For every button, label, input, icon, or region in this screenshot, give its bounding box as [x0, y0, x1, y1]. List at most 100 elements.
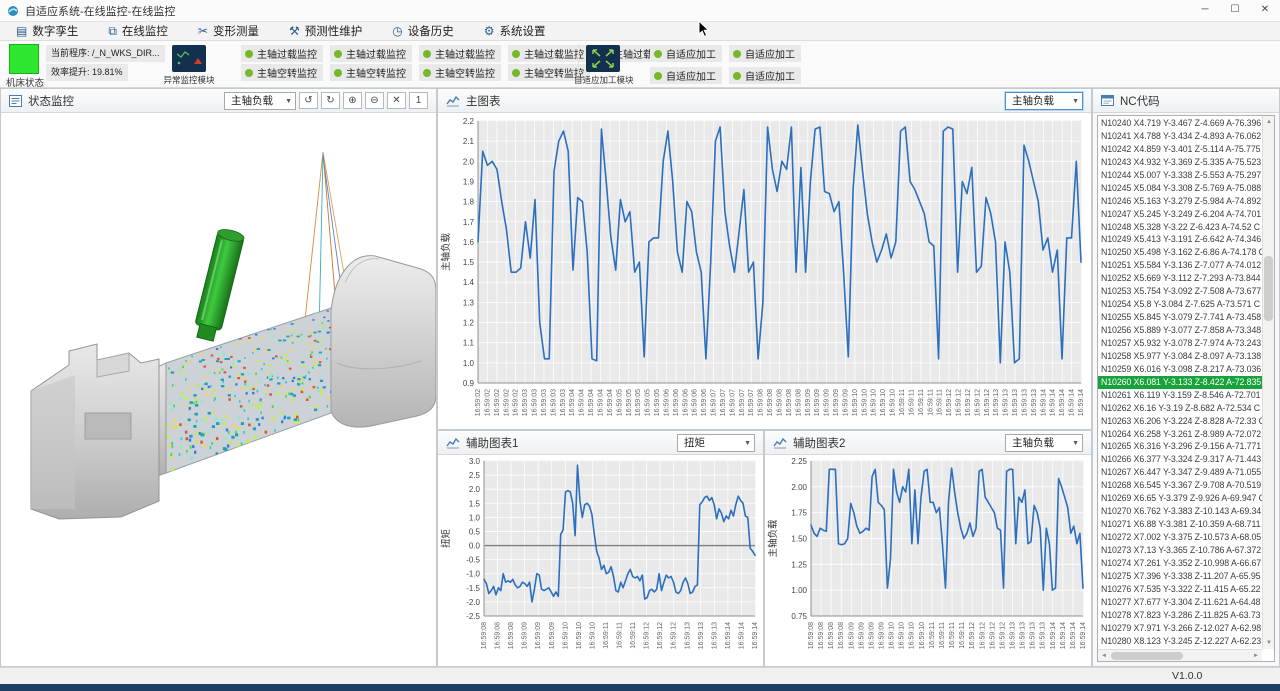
spindle-idle-monitor-button-1[interactable]: 主轴空转监控: [241, 64, 323, 81]
cutting-tool: [192, 227, 245, 342]
title-bar: 自适应系统-在线监控-在线监控 ─ ☐ ✕: [0, 0, 1280, 22]
nc-code-line[interactable]: N10254 X5.8 Y-3.084 Z-7.625 A-73.571 C: [1098, 298, 1262, 311]
nc-code-line[interactable]: N10277 X7.677 Y-3.304 Z-11.621 A-64.48: [1098, 596, 1262, 609]
nc-code-line[interactable]: N10245 X5.084 Y-3.308 Z-5.769 A-75.088: [1098, 182, 1262, 195]
spindle-overload-monitor-button-1[interactable]: 主轴过载监控: [241, 45, 323, 62]
rotate-view-button[interactable]: ↺: [299, 92, 318, 109]
nc-code-line[interactable]: N10260 X6.081 Y-3.133 Z-8.422 A-72.835: [1098, 376, 1262, 389]
view-index-box[interactable]: 1: [409, 92, 428, 109]
adaptive-machining-button-4[interactable]: 自适应加工: [729, 67, 801, 84]
svg-text:16:59:14: 16:59:14: [1060, 622, 1067, 649]
nc-code-line[interactable]: N10267 X6.447 Y-3.347 Z-9.489 A-71.055: [1098, 466, 1262, 479]
menu-item-device-history[interactable]: ◷设备历史: [392, 23, 453, 39]
aux-chart2-svg[interactable]: 2.252.001.751.501.251.000.7516:59:0816:5…: [765, 455, 1091, 666]
nc-code-line[interactable]: N10249 X5.413 Y-3.191 Z-6.642 A-74.346: [1098, 233, 1262, 246]
nc-code-line[interactable]: N10259 X6.016 Y-3.098 Z-8.217 A-73.036: [1098, 363, 1262, 376]
menu-item-predictive-maintenance[interactable]: ⚒预测性维护: [289, 23, 362, 39]
nc-code-line[interactable]: N10273 X7.13 Y-3.365 Z-10.786 A-67.372: [1098, 544, 1262, 557]
svg-text:16:59:13: 16:59:13: [1012, 389, 1019, 416]
nc-code-line[interactable]: N10240 X4.719 Y-3.467 Z-4.669 A-76.396: [1098, 117, 1262, 130]
aux-chart1-signal-dropdown[interactable]: 扭矩 ▼: [677, 434, 755, 452]
nc-code-line[interactable]: N10276 X7.535 Y-3.322 Z-11.415 A-65.22: [1098, 583, 1262, 596]
part-flange: [331, 256, 436, 427]
close-button[interactable]: ✕: [1250, 0, 1280, 22]
spindle-idle-monitor-button-2[interactable]: 主轴空转监控: [330, 64, 412, 81]
nc-code-line[interactable]: N10242 X4.859 Y-3.401 Z-5.114 A-75.775: [1098, 143, 1262, 156]
svg-text:16:59:09: 16:59:09: [833, 389, 840, 416]
nc-horizontal-scrollbar[interactable]: ◄ ►: [1098, 649, 1262, 661]
nc-code-line[interactable]: N10280 X8.123 Y-3.245 Z-12.227 A-62.23: [1098, 635, 1262, 648]
nc-code-line[interactable]: N10243 X4.932 Y-3.369 Z-5.335 A-75.523: [1098, 156, 1262, 169]
nc-vscroll-thumb[interactable]: [1264, 256, 1273, 321]
nc-code-line[interactable]: N10279 X7.971 Y-3.266 Z-12.027 A-62.98: [1098, 622, 1262, 635]
scroll-right-icon[interactable]: ►: [1250, 650, 1262, 662]
nc-code-line[interactable]: N10270 X6.762 Y-3.383 Z-10.143 A-69.34: [1098, 505, 1262, 518]
adaptive-machining-button-1[interactable]: 自适应加工: [650, 45, 722, 62]
maximize-button[interactable]: ☐: [1220, 0, 1250, 22]
abnormal-monitor-module-icon[interactable]: [172, 45, 206, 72]
nc-code-line[interactable]: N10272 X7.002 Y-3.375 Z-10.573 A-68.05: [1098, 531, 1262, 544]
nc-code-line[interactable]: N10253 X5.754 Y-3.092 Z-7.508 A-73.677: [1098, 285, 1262, 298]
adaptive-machining-button-2[interactable]: 自适应加工: [729, 45, 801, 62]
aux-chart2-signal-dropdown[interactable]: 主轴负载 ▼: [1005, 434, 1083, 452]
zoom-in-button[interactable]: ⊕: [343, 92, 362, 109]
adaptive-machining-button-3[interactable]: 自适应加工: [650, 67, 722, 84]
nc-code-line[interactable]: N10274 X7.261 Y-3.352 Z-10.998 A-66.67: [1098, 557, 1262, 570]
nc-code-line[interactable]: N10251 X5.584 Y-3.136 Z-7.077 A-74.012: [1098, 259, 1262, 272]
nc-code-line[interactable]: N10271 X6.88 Y-3.381 Z-10.359 A-68.711: [1098, 518, 1262, 531]
nc-code-line[interactable]: N10262 X6.16 Y-3.19 Z-8.682 A-72.534 C: [1098, 402, 1262, 415]
menu-item-deform-measure[interactable]: ✂变形测量: [198, 23, 259, 39]
spindle-idle-monitor-button-label: 主轴空转监控: [435, 65, 495, 80]
scroll-left-icon[interactable]: ◄: [1098, 650, 1110, 662]
nc-code-line[interactable]: N10241 X4.788 Y-3.434 Z-4.893 A-76.062: [1098, 130, 1262, 143]
svg-text:16:59:12: 16:59:12: [999, 622, 1006, 649]
nc-code-line[interactable]: N10247 X5.245 Y-3.249 Z-6.204 A-74.701: [1098, 208, 1262, 221]
nc-code-line[interactable]: N10269 X6.65 Y-3.379 Z-9.926 A-69.947 C: [1098, 492, 1262, 505]
main-chart-svg[interactable]: 2.22.12.01.91.81.71.61.51.41.31.21.11.00…: [438, 113, 1091, 429]
zoom-out-button[interactable]: ⊖: [365, 92, 384, 109]
nc-code-line[interactable]: N10257 X5.932 Y-3.078 Z-7.974 A-73.243: [1098, 337, 1262, 350]
svg-text:16:59:11: 16:59:11: [918, 389, 925, 416]
svg-text:16:59:14: 16:59:14: [1070, 622, 1077, 649]
nc-code-line[interactable]: N10275 X7.396 Y-3.338 Z-11.207 A-65.95: [1098, 570, 1262, 583]
spindle-idle-monitor-button-3[interactable]: 主轴空转监控: [419, 64, 501, 81]
nc-code-line[interactable]: N10263 X6.206 Y-3.224 Z-8.828 A-72.33 C: [1098, 415, 1262, 428]
svg-text:16:59:08: 16:59:08: [767, 389, 774, 416]
nc-code-line[interactable]: N10268 X6.545 Y-3.367 Z-9.708 A-70.519: [1098, 479, 1262, 492]
nc-code-line[interactable]: N10258 X5.977 Y-3.084 Z-8.097 A-73.138: [1098, 350, 1262, 363]
nc-code-line[interactable]: N10264 X6.258 Y-3.261 Z-8.989 A-72.072: [1098, 428, 1262, 441]
svg-text:1.8: 1.8: [463, 198, 475, 207]
nc-code-line[interactable]: N10252 X5.669 Y-3.112 Z-7.293 A-73.844: [1098, 272, 1262, 285]
machine-3d-viewport[interactable]: [1, 113, 436, 666]
menu-item-digital-twin[interactable]: ▤数字孪生: [16, 23, 78, 39]
spindle-overload-monitor-button-2[interactable]: 主轴过载监控: [330, 45, 412, 62]
nc-code-line[interactable]: N10278 X7.823 Y-3.286 Z-11.825 A-63.73: [1098, 609, 1262, 622]
scroll-up-icon[interactable]: ▲: [1263, 116, 1275, 128]
status-monitor-icon: [9, 95, 22, 107]
menu-item-system-settings[interactable]: ⚙系统设置: [484, 23, 546, 39]
svg-text:2.2: 2.2: [463, 117, 475, 126]
view-signal-dropdown[interactable]: 主轴负载 ▼: [224, 92, 296, 110]
orbit-view-button[interactable]: ↻: [321, 92, 340, 109]
nc-code-line[interactable]: N10261 X6.119 Y-3.159 Z-8.546 A-72.701: [1098, 389, 1262, 402]
svg-text:16:59:14: 16:59:14: [1069, 389, 1076, 416]
aux-chart1-svg[interactable]: 3.02.52.01.51.00.50.0-0.5-1.0-1.5-2.0-2.…: [438, 455, 763, 666]
nc-code-line[interactable]: N10250 X5.498 Y-3.162 Z-6.86 A-74.178 C: [1098, 246, 1262, 259]
nc-code-line[interactable]: N10246 X5.163 Y-3.279 Z-5.984 A-74.892: [1098, 195, 1262, 208]
main-chart-signal-dropdown[interactable]: 主轴负载 ▼: [1005, 92, 1083, 110]
nc-code-line[interactable]: N10256 X5.889 Y-3.077 Z-7.858 A-73.348: [1098, 324, 1262, 337]
adaptive-machining-module-icon[interactable]: [586, 45, 620, 72]
spindle-overload-monitor-button-3[interactable]: 主轴过载监控: [419, 45, 501, 62]
nc-vertical-scrollbar[interactable]: ▲ ▼: [1262, 116, 1274, 649]
view-toolbar: 主轴负载 ▼ ↺↻⊕⊖✕1: [224, 92, 428, 110]
nc-code-line[interactable]: N10265 X6.316 Y-3.296 Z-9.156 A-71.771: [1098, 440, 1262, 453]
menu-item-online-monitor[interactable]: ⧉在线监控: [108, 23, 168, 39]
reset-view-button[interactable]: ✕: [387, 92, 406, 109]
nc-hscroll-thumb[interactable]: [1111, 652, 1183, 660]
nc-code-line[interactable]: N10255 X5.845 Y-3.079 Z-7.741 A-73.458: [1098, 311, 1262, 324]
scroll-down-icon[interactable]: ▼: [1263, 637, 1275, 649]
nc-code-line[interactable]: N10248 X5.328 Y-3.22 Z-6.423 A-74.52 C: [1098, 221, 1262, 234]
minimize-button[interactable]: ─: [1190, 0, 1220, 22]
nc-code-line[interactable]: N10244 X5.007 Y-3.338 Z-5.553 A-75.297: [1098, 169, 1262, 182]
nc-code-line[interactable]: N10266 X6.377 Y-3.324 Z-9.317 A-71.443: [1098, 453, 1262, 466]
